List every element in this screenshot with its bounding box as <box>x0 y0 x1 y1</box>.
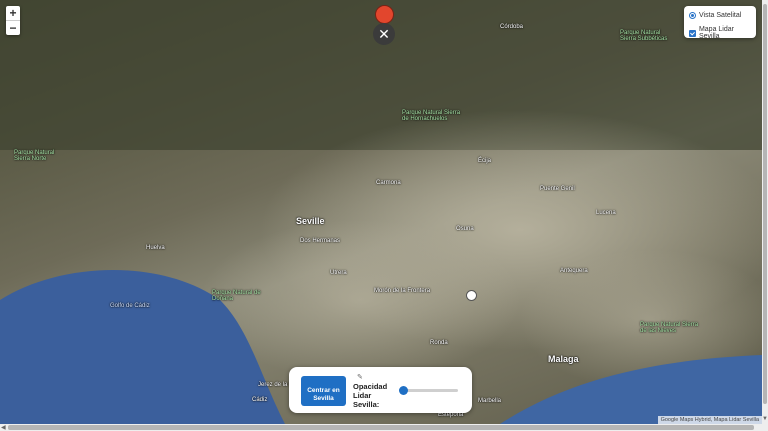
city-label-moron: Morón de la Frontera <box>374 288 431 294</box>
zoom-control: + − <box>6 6 20 35</box>
layer-option-satellite[interactable]: Vista Satelital <box>689 12 741 19</box>
zoom-out-button[interactable]: − <box>6 20 20 35</box>
map-canvas[interactable]: Seville Malaga Córdoba Jerez de la Front… <box>0 0 762 424</box>
horizontal-scrollbar[interactable] <box>0 424 768 431</box>
map-attribution: Google Maps Hybrid, Mapa Lidar Sevilla <box>657 416 762 424</box>
city-label-cordoba: Córdoba <box>500 24 524 30</box>
map-marker[interactable] <box>375 5 394 24</box>
city-label-dos-hermanas: Dos Hermanas <box>300 238 341 244</box>
city-label-carmona: Carmona <box>376 180 401 186</box>
opacity-label: Opacidad Lidar Sevilla: <box>353 382 388 409</box>
park-label-donana: Parque Natural de Doñana <box>212 290 261 302</box>
center-sevilla-button-label: Centrar en Sevilla <box>307 387 340 402</box>
layer-option-lidar-label: Mapa Lidar Sevilla <box>698 26 734 40</box>
city-label-utrera: Utrera <box>330 270 347 276</box>
layer-option-lidar[interactable]: Mapa Lidar Sevilla <box>689 26 756 40</box>
close-button[interactable]: ✕ <box>373 23 395 45</box>
vertical-scrollbar-thumb[interactable] <box>763 4 767 404</box>
checkbox-checked-icon[interactable] <box>689 29 696 37</box>
city-label-osuna: Osuna <box>456 226 474 232</box>
city-label-antequera: Antequera <box>560 268 588 274</box>
layer-option-satellite-label: Vista Satelital <box>699 12 742 19</box>
city-label-malaga: Malaga <box>548 354 579 364</box>
zoom-in-button[interactable]: + <box>6 6 20 20</box>
pencil-icon: ✎ <box>357 374 363 381</box>
park-label-subbeticas: Parque Natural Sierra Subbéticas <box>620 30 668 42</box>
control-panel: Centrar en Sevilla ✎ Opacidad Lidar Sevi… <box>289 367 472 413</box>
sea-label-golfo: Golfo de Cádiz <box>110 303 150 309</box>
city-label-seville: Seville <box>296 216 325 226</box>
city-label-ronda: Ronda <box>430 340 448 346</box>
scroll-left-arrow-icon[interactable]: ◀ <box>1 424 6 431</box>
radio-selected-icon[interactable] <box>689 12 696 19</box>
horizontal-scrollbar-thumb[interactable] <box>8 425 754 430</box>
layer-control: Vista Satelital Mapa Lidar Sevilla <box>684 6 756 40</box>
park-label-nieves: Parque Natural Sierra de las Nieves <box>640 322 699 334</box>
park-label-sierra-norte: Parque Natural Sierra Norte <box>14 150 55 162</box>
center-sevilla-button[interactable]: Centrar en Sevilla <box>301 376 346 406</box>
opacity-slider-thumb[interactable] <box>398 386 408 395</box>
city-label-huelva: Huelva <box>146 245 165 251</box>
city-label-cadiz: Cádiz <box>252 397 268 403</box>
city-label-lucena: Lucena <box>596 210 616 216</box>
park-label-hornachuelos: Parque Natural Sierra de Hornachuelos <box>402 110 461 122</box>
city-label-puente-genil: Puente Genil <box>540 186 575 192</box>
location-pin-icon[interactable] <box>466 290 477 301</box>
scroll-down-arrow-icon[interactable]: ▼ <box>762 416 768 422</box>
opacity-slider[interactable] <box>398 386 458 395</box>
vertical-scrollbar[interactable] <box>762 0 768 424</box>
city-label-ecija: Écija <box>478 158 492 164</box>
map-terrain <box>0 0 762 424</box>
city-label-marbella: Marbella <box>478 398 502 404</box>
